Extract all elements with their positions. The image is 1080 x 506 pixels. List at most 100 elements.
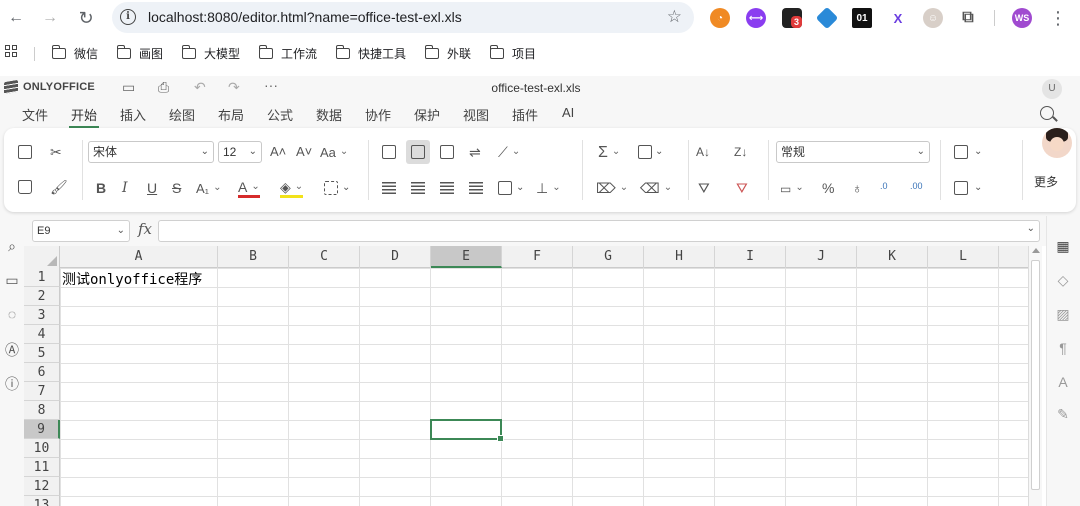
filter-icon[interactable]: ⛛ [698, 178, 710, 198]
bookmark-folder[interactable]: 微信 [51, 45, 98, 62]
column-header-l[interactable]: L [928, 246, 999, 268]
chevron-down-icon[interactable]: ⌄ [342, 178, 350, 198]
align-top-icon[interactable] [382, 145, 396, 159]
tab-ai[interactable]: AI [562, 105, 574, 120]
comma-style-icon[interactable]: ♁ [852, 178, 863, 198]
change-case-button[interactable]: Aa [320, 142, 348, 162]
chevron-down-icon[interactable]: ⌄ [974, 178, 982, 198]
address-bar[interactable]: i localhost:8080/editor.html?name=office… [112, 2, 694, 33]
column-header-j[interactable]: J [786, 246, 857, 268]
paste-icon[interactable] [18, 180, 32, 194]
scroll-up-arrow-icon[interactable] [1032, 248, 1040, 253]
column-header-b[interactable]: B [218, 246, 289, 268]
bold-button[interactable]: B [96, 178, 106, 198]
bookmark-folder[interactable]: 项目 [489, 45, 536, 62]
row-header-12[interactable]: 12 [24, 477, 60, 496]
bookmark-folder[interactable]: 工作流 [258, 45, 317, 62]
extension-avatar-icon[interactable]: ☺ [923, 8, 943, 28]
bookmark-folder[interactable]: 快捷工具 [335, 45, 406, 62]
cut-icon[interactable]: ✂ [50, 142, 62, 162]
justify-icon[interactable] [469, 182, 483, 194]
tab-protection[interactable]: 保护 [414, 105, 440, 124]
column-header-i[interactable]: I [715, 246, 786, 268]
chevron-down-icon[interactable]: ⌄ [516, 178, 524, 198]
about-info-icon[interactable]: ⓘ [4, 374, 20, 394]
chat-icon[interactable]: ◌ [4, 306, 20, 322]
increase-decimal-button[interactable]: .00 [910, 176, 923, 196]
indent-icon[interactable]: ⊥ [536, 178, 561, 198]
search-icon[interactable]: ⌕ [4, 238, 20, 255]
spreadsheet-grid[interactable]: ABCDEFGHIJKL 1 2 3 4 5 6 7 8 9 10 11 12 13 测试onlyoff… [24, 246, 1028, 506]
decrease-font-button[interactable]: A˅ [296, 142, 312, 162]
clear-tag-icon[interactable]: ⌦ [596, 178, 628, 198]
row-header-11[interactable]: 11 [24, 458, 60, 477]
subscript-button[interactable]: A₁ [196, 178, 221, 198]
merge-cells-icon[interactable] [498, 181, 512, 195]
cell-name-box[interactable]: E9 ⌄ [32, 220, 130, 242]
decrease-decimal-button[interactable]: .0 [880, 176, 888, 196]
row-header-6[interactable]: 6 [24, 363, 60, 382]
search-icon[interactable] [1040, 106, 1054, 120]
row-header-5[interactable]: 5 [24, 344, 60, 363]
extension-01-icon[interactable]: 01 [852, 8, 872, 28]
chevron-down-icon[interactable]: ⌄ [655, 142, 663, 162]
cell-settings-icon[interactable]: ▦ [1055, 238, 1071, 255]
column-header-d[interactable]: D [360, 246, 431, 268]
browser-menu-icon[interactable]: ⋮ [1046, 6, 1070, 30]
row-header-10[interactable]: 10 [24, 439, 60, 458]
select-all-corner[interactable] [24, 246, 60, 268]
spellcheck-icon[interactable]: Ⓐ [4, 340, 20, 360]
increase-font-button[interactable]: A˄ [270, 142, 286, 162]
align-right-icon[interactable] [440, 182, 454, 194]
apps-grid-icon[interactable] [5, 45, 17, 57]
bookmark-folder[interactable]: 画图 [116, 45, 163, 62]
extension-diamond-icon[interactable] [815, 6, 839, 30]
paragraph-settings-icon[interactable]: ¶ [1055, 340, 1071, 356]
tab-draw[interactable]: 绘图 [169, 105, 195, 124]
font-size-select[interactable]: 12 ⌄ [218, 141, 262, 163]
extensions-puzzle-icon[interactable]: ⧉ [958, 8, 978, 28]
column-header-h[interactable]: H [644, 246, 715, 268]
strikethrough-button[interactable]: S [172, 178, 181, 198]
bookmark-folder[interactable]: 外联 [424, 45, 471, 62]
number-format-select[interactable]: 常规 ⌄ [776, 141, 930, 163]
align-left-icon[interactable] [382, 182, 396, 194]
align-bottom-icon[interactable] [440, 145, 454, 159]
sort-ascending-icon[interactable]: A↓ [696, 142, 710, 162]
row-header-3[interactable]: 3 [24, 306, 60, 325]
tab-file[interactable]: 文件 [22, 105, 48, 124]
column-header-f[interactable]: F [502, 246, 573, 268]
underline-button[interactable]: U [147, 178, 157, 198]
align-center-icon[interactable] [411, 182, 425, 194]
fill-down-icon[interactable] [638, 145, 652, 159]
column-header-c[interactable]: C [289, 246, 360, 268]
extension-x-icon[interactable]: X [888, 8, 908, 28]
row-header-4[interactable]: 4 [24, 325, 60, 344]
user-avatar[interactable]: U [1042, 79, 1062, 99]
shape-settings-icon[interactable]: ◇ [1055, 272, 1071, 289]
assistant-avatar[interactable] [1042, 128, 1072, 158]
fill-color-icon[interactable]: ◈ [280, 178, 304, 198]
row-header-13[interactable]: 13 [24, 496, 60, 506]
profile-avatar[interactable]: WS [1012, 8, 1032, 28]
copy-icon[interactable] [18, 145, 32, 159]
column-header-a[interactable]: A [60, 246, 218, 268]
back-arrow-icon[interactable]: ← [4, 6, 28, 30]
text-orientation-icon[interactable]: ⟋ [498, 142, 520, 162]
extension-purple-icon[interactable]: ⟷ [746, 8, 766, 28]
bookmark-folder[interactable]: 大模型 [181, 45, 240, 62]
clear-filter-icon[interactable]: ⛛ [736, 178, 748, 198]
tab-insert[interactable]: 插入 [120, 105, 146, 124]
tab-view[interactable]: 视图 [463, 105, 489, 124]
vertical-scrollbar[interactable] [1028, 246, 1042, 506]
row-header-2[interactable]: 2 [24, 287, 60, 306]
insert-function-button[interactable]: fx [138, 220, 152, 238]
column-header-k[interactable]: K [857, 246, 928, 268]
sum-button[interactable]: Σ [598, 142, 620, 162]
row-header-7[interactable]: 7 [24, 382, 60, 401]
image-settings-icon[interactable]: ▨ [1055, 306, 1071, 323]
selected-cell-e9[interactable] [430, 419, 504, 442]
extension-orange-icon[interactable]: ◔ [710, 8, 730, 28]
sort-descending-icon[interactable]: Z↓ [734, 142, 747, 162]
percent-button[interactable]: % [822, 178, 834, 198]
